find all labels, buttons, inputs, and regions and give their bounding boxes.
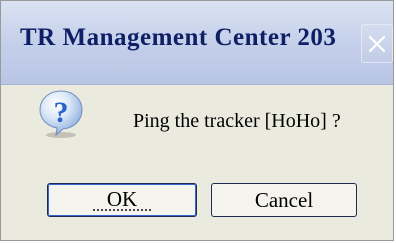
cancel-button[interactable]: Cancel bbox=[211, 183, 357, 217]
dialog-body: ? Ping the tracker [HoHo] ? OK Cancel bbox=[1, 85, 393, 240]
title-bar[interactable]: TR Management Center 203 bbox=[1, 1, 393, 85]
svg-text:?: ? bbox=[54, 96, 69, 129]
question-icon: ? bbox=[39, 90, 83, 138]
cancel-button-label: Cancel bbox=[254, 187, 314, 212]
window-title: TR Management Center 203 bbox=[20, 24, 337, 51]
close-button[interactable] bbox=[361, 24, 393, 63]
dialog-message: Ping the tracker [HoHo] ? bbox=[133, 110, 341, 132]
ok-button[interactable]: OK bbox=[47, 183, 197, 217]
close-x-icon bbox=[368, 35, 386, 53]
ok-button-label: OK bbox=[92, 189, 152, 211]
confirm-dialog: TR Management Center 203 ? Ping the trac… bbox=[0, 0, 394, 241]
